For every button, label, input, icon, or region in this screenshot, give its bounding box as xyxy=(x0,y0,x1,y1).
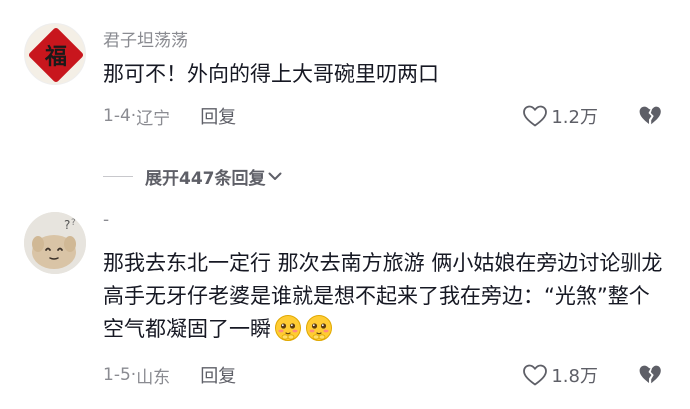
username[interactable]: - xyxy=(103,210,109,230)
chevron-down-icon xyxy=(268,172,281,180)
comment-item: 福 君子坦荡荡 那可不！外向的得上大哥碗里叨两口 1-4 · 辽宁 回复 1.2… xyxy=(0,0,690,160)
cartoon-face-avatar-image: ? ? xyxy=(24,212,86,274)
comment-date: 1-4 xyxy=(103,106,131,126)
like-button[interactable]: 1.8万 xyxy=(522,360,598,390)
svg-text:?: ? xyxy=(71,218,76,228)
broken-heart-icon[interactable] xyxy=(638,363,662,387)
like-count: 1.8万 xyxy=(551,366,598,387)
comment-text: 那可不！外向的得上大哥碗里叨两口 xyxy=(103,62,439,86)
heart-outline-icon xyxy=(523,105,548,127)
username[interactable]: 君子坦荡荡 xyxy=(103,26,188,51)
heart-outline-icon xyxy=(523,364,548,386)
comment-date: 1-5 xyxy=(103,365,131,385)
comment-location: 山东 xyxy=(136,367,171,388)
comment-text: 那我去东北一定行 那次去南方旅游 俩小姑娘在旁边讨论驯龙高手无牙仔老婆是谁就是想… xyxy=(103,247,663,346)
avatar[interactable]: ? ? xyxy=(24,212,86,274)
comment-location: 辽宁 xyxy=(136,108,171,129)
comment-text-content: 那我去东北一定行 那次去南方旅游 俩小姑娘在旁边讨论驯龙高手无牙仔老婆是谁就是想… xyxy=(103,251,663,341)
comment-meta: 1-4 · 辽宁 回复 xyxy=(103,101,236,131)
divider-line xyxy=(103,175,133,177)
avatar[interactable]: 福 xyxy=(24,23,86,85)
expand-replies-label: 展开447条回复 xyxy=(145,168,266,189)
comment-meta: 1-5 · 山东 回复 xyxy=(103,360,236,390)
like-button[interactable]: 1.2万 xyxy=(522,101,598,131)
avatar-character: 福 xyxy=(44,44,67,70)
shy-emoji xyxy=(306,315,332,341)
shy-emoji xyxy=(275,315,301,341)
reply-button[interactable]: 回复 xyxy=(200,362,236,388)
comment-item: ? ? - 那我去东北一定行 那次去南方旅游 俩小姑娘在旁边讨论驯龙高手无牙仔老… xyxy=(0,196,690,409)
like-count: 1.2万 xyxy=(551,107,598,128)
expand-replies-button[interactable]: 展开447条回复 xyxy=(103,162,284,190)
svg-text:?: ? xyxy=(64,218,70,232)
broken-heart-icon[interactable] xyxy=(638,104,662,128)
reply-button[interactable]: 回复 xyxy=(200,103,236,129)
